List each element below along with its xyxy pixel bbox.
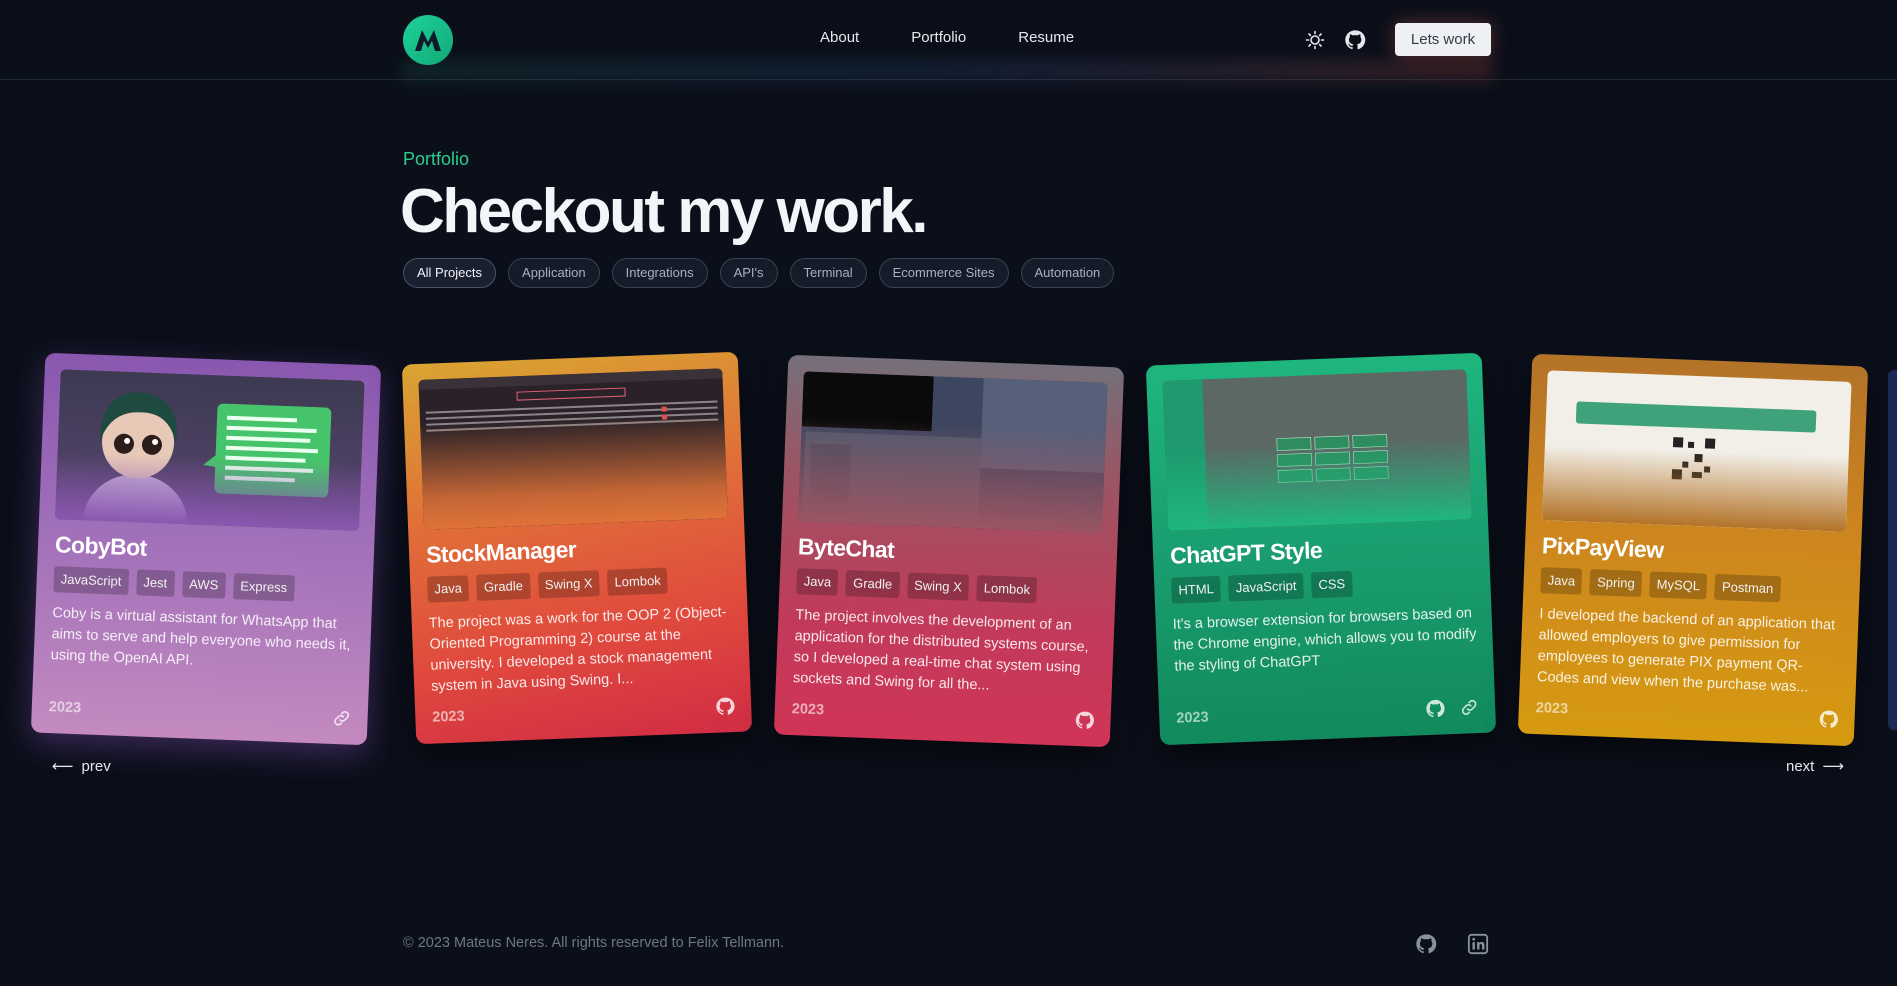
tag: Gradle bbox=[476, 572, 531, 601]
next-button[interactable]: next ⟶ bbox=[1786, 757, 1844, 776]
nav-portfolio[interactable]: Portfolio bbox=[911, 29, 966, 46]
project-title: ByteChat bbox=[797, 533, 895, 563]
tag: Java bbox=[796, 568, 839, 596]
project-tags: Java Gradle Swing X Lombok bbox=[426, 567, 669, 603]
project-description: The project was a work for the OOP 2 (Ob… bbox=[428, 604, 727, 695]
header-glow bbox=[403, 62, 1493, 80]
project-title: ChatGPT Style bbox=[1169, 536, 1323, 569]
project-links bbox=[1074, 710, 1095, 731]
project-description: I developed the backend of an applicatio… bbox=[1536, 606, 1836, 696]
filter-all-projects[interactable]: All Projects bbox=[403, 258, 497, 288]
filter-ecommerce-sites[interactable]: Ecommerce Sites bbox=[878, 258, 1009, 288]
lets-work-button[interactable]: Lets work bbox=[1395, 23, 1491, 56]
project-screenshot bbox=[418, 368, 728, 530]
project-year: 2023 bbox=[432, 708, 465, 726]
project-description: It's a browser extension for browsers ba… bbox=[1172, 605, 1477, 675]
project-links bbox=[1818, 709, 1839, 730]
footer-social-links bbox=[1415, 933, 1489, 955]
project-card-bytechat[interactable]: ByteChat Java Gradle Swing X Lombok The … bbox=[773, 354, 1125, 748]
tag: JavaScript bbox=[1228, 572, 1304, 602]
project-links bbox=[1425, 697, 1480, 719]
project-card-chatgpt-style[interactable]: ChatGPT Style HTML JavaScript CSS It's a… bbox=[1145, 352, 1497, 746]
github-icon[interactable] bbox=[715, 696, 736, 717]
filter-automation[interactable]: Automation bbox=[1020, 258, 1115, 288]
next-label: next bbox=[1786, 757, 1815, 775]
tag: JavaScript bbox=[53, 566, 129, 596]
logo-mark-icon bbox=[415, 30, 441, 51]
prev-label: prev bbox=[81, 757, 111, 775]
filter-application[interactable]: Application bbox=[508, 258, 600, 288]
github-link[interactable] bbox=[1344, 29, 1366, 51]
tag: HTML bbox=[1170, 575, 1222, 604]
link-icon[interactable] bbox=[331, 708, 352, 729]
link-icon[interactable] bbox=[1459, 697, 1480, 718]
project-year: 2023 bbox=[48, 699, 82, 717]
project-screenshot bbox=[1542, 370, 1852, 532]
tag: Swing X bbox=[906, 572, 970, 601]
logo[interactable] bbox=[403, 15, 453, 65]
tag: Java bbox=[1540, 567, 1583, 595]
theme-toggle-button[interactable] bbox=[1305, 30, 1325, 50]
project-links bbox=[331, 708, 352, 729]
project-description: The project involves the development of … bbox=[792, 607, 1089, 694]
tag: Java bbox=[426, 575, 470, 603]
project-filters: All Projects Application Integrations AP… bbox=[403, 258, 1115, 288]
project-tags: Java Gradle Swing X Lombok bbox=[796, 568, 1038, 604]
main-nav: About Portfolio Resume bbox=[820, 29, 1074, 46]
arrow-left-icon: ⟵ bbox=[52, 758, 74, 775]
site-header: About Portfolio Resume Lets work bbox=[0, 0, 1897, 80]
project-tags: HTML JavaScript CSS bbox=[1170, 570, 1353, 604]
github-icon[interactable] bbox=[1818, 709, 1839, 730]
project-card-pixpayview[interactable]: PixPayView Java Spring MySQL Postman I d… bbox=[1517, 353, 1869, 747]
tag: Lombok bbox=[976, 575, 1038, 604]
project-screenshot bbox=[1162, 369, 1472, 531]
project-card-cobybot[interactable]: CobyBot JavaScript Jest AWS Express Coby… bbox=[30, 352, 382, 746]
project-tags: JavaScript Jest AWS Express bbox=[53, 566, 295, 602]
footer-copyright: © 2023 Mateus Neres. All rights reserved… bbox=[403, 935, 785, 951]
filter-integrations[interactable]: Integrations bbox=[611, 258, 708, 288]
filter-apis[interactable]: API's bbox=[719, 258, 778, 288]
project-tags: Java Spring MySQL Postman bbox=[1540, 567, 1781, 603]
tag: Spring bbox=[1589, 569, 1643, 598]
project-year: 2023 bbox=[1535, 700, 1569, 718]
nav-about[interactable]: About bbox=[820, 29, 859, 46]
filter-terminal[interactable]: Terminal bbox=[789, 258, 867, 288]
tag: MySQL bbox=[1649, 571, 1708, 600]
project-year: 2023 bbox=[1176, 709, 1209, 727]
project-card-stockmanager[interactable]: StockManager Java Gradle Swing X Lombok … bbox=[401, 351, 753, 745]
project-links bbox=[715, 696, 736, 717]
linkedin-icon[interactable] bbox=[1467, 933, 1489, 955]
tag: Postman bbox=[1714, 573, 1781, 603]
prev-button[interactable]: ⟵ prev bbox=[52, 757, 111, 776]
github-icon[interactable] bbox=[1415, 933, 1437, 955]
tag: Gradle bbox=[845, 570, 900, 599]
tag: Swing X bbox=[537, 570, 601, 599]
page-title: Checkout my work. bbox=[400, 177, 928, 246]
project-year: 2023 bbox=[791, 701, 825, 719]
project-screenshot bbox=[55, 369, 365, 531]
project-title: PixPayView bbox=[1541, 532, 1664, 563]
project-description: Coby is a virtual assistant for WhatsApp… bbox=[50, 605, 351, 669]
tag: Jest bbox=[135, 569, 175, 597]
arrow-right-icon: ⟶ bbox=[1822, 758, 1844, 775]
tag: AWS bbox=[181, 571, 226, 599]
github-icon[interactable] bbox=[1074, 710, 1095, 731]
project-title: CobyBot bbox=[54, 531, 148, 561]
project-screenshot bbox=[798, 371, 1108, 533]
sun-icon bbox=[1305, 30, 1325, 50]
nav-resume[interactable]: Resume bbox=[1018, 29, 1074, 46]
tag: CSS bbox=[1310, 570, 1353, 599]
github-icon[interactable] bbox=[1425, 698, 1446, 719]
tag: Express bbox=[232, 573, 295, 602]
project-title: StockManager bbox=[425, 536, 577, 568]
next-card-edge bbox=[1888, 370, 1897, 730]
tag: Lombok bbox=[607, 567, 669, 596]
section-eyebrow: Portfolio bbox=[403, 149, 470, 169]
github-icon bbox=[1345, 30, 1366, 50]
